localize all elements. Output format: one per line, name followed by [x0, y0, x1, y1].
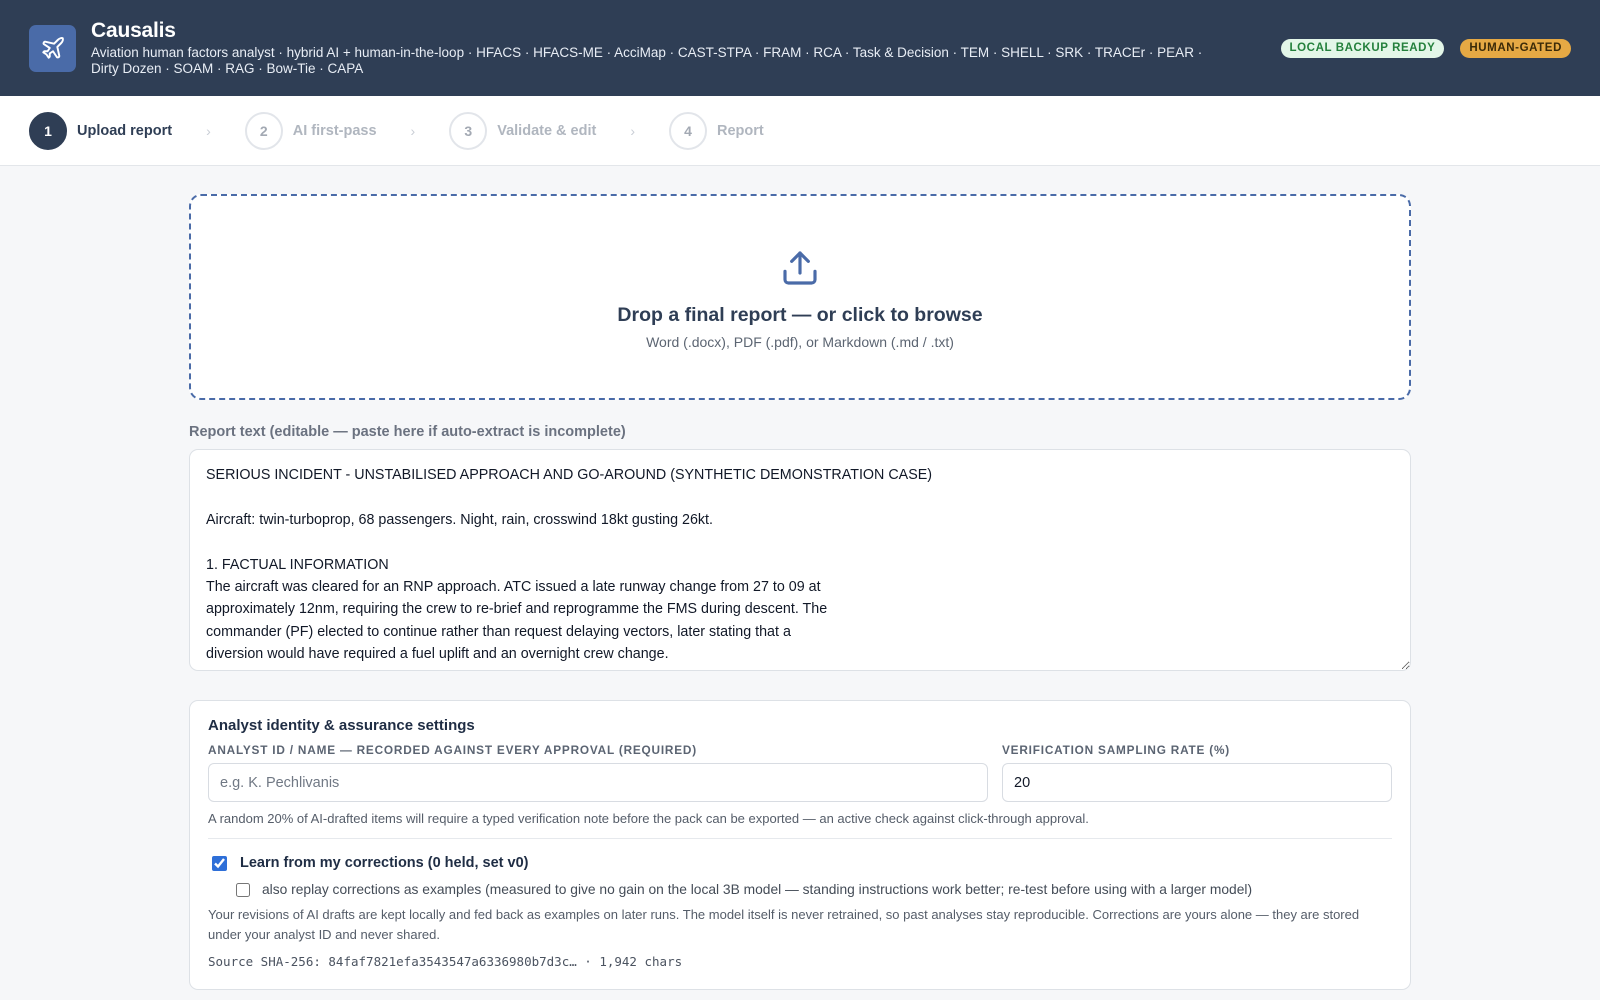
- step-validate-edit[interactable]: 3 Validate & edit: [449, 111, 597, 150]
- corrections-explanation: Your revisions of AI drafts are kept loc…: [208, 907, 1360, 942]
- sampling-rate-group: VERIFICATION SAMPLING RATE (%): [1002, 743, 1392, 802]
- step-number: 1: [29, 111, 67, 150]
- analyst-settings-panel: Analyst identity & assurance settings AN…: [189, 700, 1411, 990]
- report-textarea[interactable]: SERIOUS INCIDENT - UNSTABILISED APPROACH…: [189, 449, 1411, 671]
- airplane-icon: [41, 37, 64, 59]
- settings-divider: [208, 838, 1392, 839]
- main-content: Drop a final report — or click to browse…: [189, 166, 1411, 990]
- analyst-id-group: ANALYST ID / NAME — RECORDED AGAINST EVE…: [208, 743, 988, 802]
- report-text-label: Report text (editable — paste here if au…: [189, 424, 626, 440]
- app-logo: [29, 24, 76, 72]
- dropzone-title: Drop a final report — or click to browse: [617, 304, 983, 326]
- learn-corrections-row[interactable]: Learn from my corrections (0 held, set v…: [212, 855, 1392, 871]
- settings-fields-row: ANALYST ID / NAME — RECORDED AGAINST EVE…: [208, 743, 1392, 802]
- dropzone-subtitle: Word (.docx), PDF (.pdf), or Markdown (.…: [646, 334, 954, 350]
- step-label: Report: [717, 122, 764, 139]
- upload-icon: [783, 251, 817, 285]
- chevron-right-icon: ›: [630, 122, 636, 139]
- replay-corrections-label: also replay corrections as examples (mea…: [262, 882, 1253, 897]
- chevron-right-icon: ›: [206, 122, 211, 139]
- replay-corrections-row[interactable]: also replay corrections as examples (mea…: [236, 882, 1392, 897]
- replay-corrections-checkbox[interactable]: [236, 882, 250, 897]
- learn-corrections-checkbox[interactable]: [212, 855, 227, 871]
- analyst-id-label: ANALYST ID / NAME — RECORDED AGAINST EVE…: [208, 743, 697, 757]
- step-ai-first-pass[interactable]: 2 AI first-pass: [244, 111, 377, 150]
- step-report[interactable]: 4 Report: [669, 111, 764, 150]
- step-label: Upload report: [77, 122, 173, 139]
- sampling-rate-input[interactable]: [1002, 763, 1392, 802]
- step-number: 2: [244, 111, 283, 150]
- header-badges: LOCAL BACKUP READY HUMAN-GATED: [1280, 39, 1571, 58]
- step-upload-report[interactable]: 1 Upload report: [29, 111, 173, 150]
- local-backup-badge: LOCAL BACKUP READY: [1280, 39, 1445, 58]
- file-dropzone[interactable]: Drop a final report — or click to browse…: [189, 194, 1411, 400]
- brand-block: Causalis Aviation human factors analyst …: [91, 19, 1221, 77]
- app-header: Causalis Aviation human factors analyst …: [0, 0, 1600, 96]
- step-number: 4: [669, 111, 708, 150]
- app-title: Causalis: [91, 19, 176, 42]
- step-label: Validate & edit: [497, 122, 597, 139]
- app-subtitle: Aviation human factors analyst · hybrid …: [91, 45, 1203, 76]
- analyst-id-input[interactable]: [208, 763, 988, 802]
- step-label: AI first-pass: [292, 122, 377, 139]
- sampling-rate-label: VERIFICATION SAMPLING RATE (%): [1002, 743, 1231, 757]
- sampling-helper-text: A random 20% of AI-drafted items will re…: [208, 811, 1089, 826]
- workflow-stepper: 1 Upload report › 2 AI first-pass › 3 Va…: [0, 96, 1600, 166]
- learn-corrections-label: Learn from my corrections (0 held, set v…: [240, 855, 529, 871]
- source-hash: Source SHA-256: 84faf7821efa3543547a6336…: [208, 954, 683, 969]
- chevron-right-icon: ›: [410, 122, 416, 139]
- step-number: 3: [449, 111, 488, 150]
- human-gated-badge: HUMAN-GATED: [1460, 39, 1571, 58]
- settings-title: Analyst identity & assurance settings: [208, 717, 475, 734]
